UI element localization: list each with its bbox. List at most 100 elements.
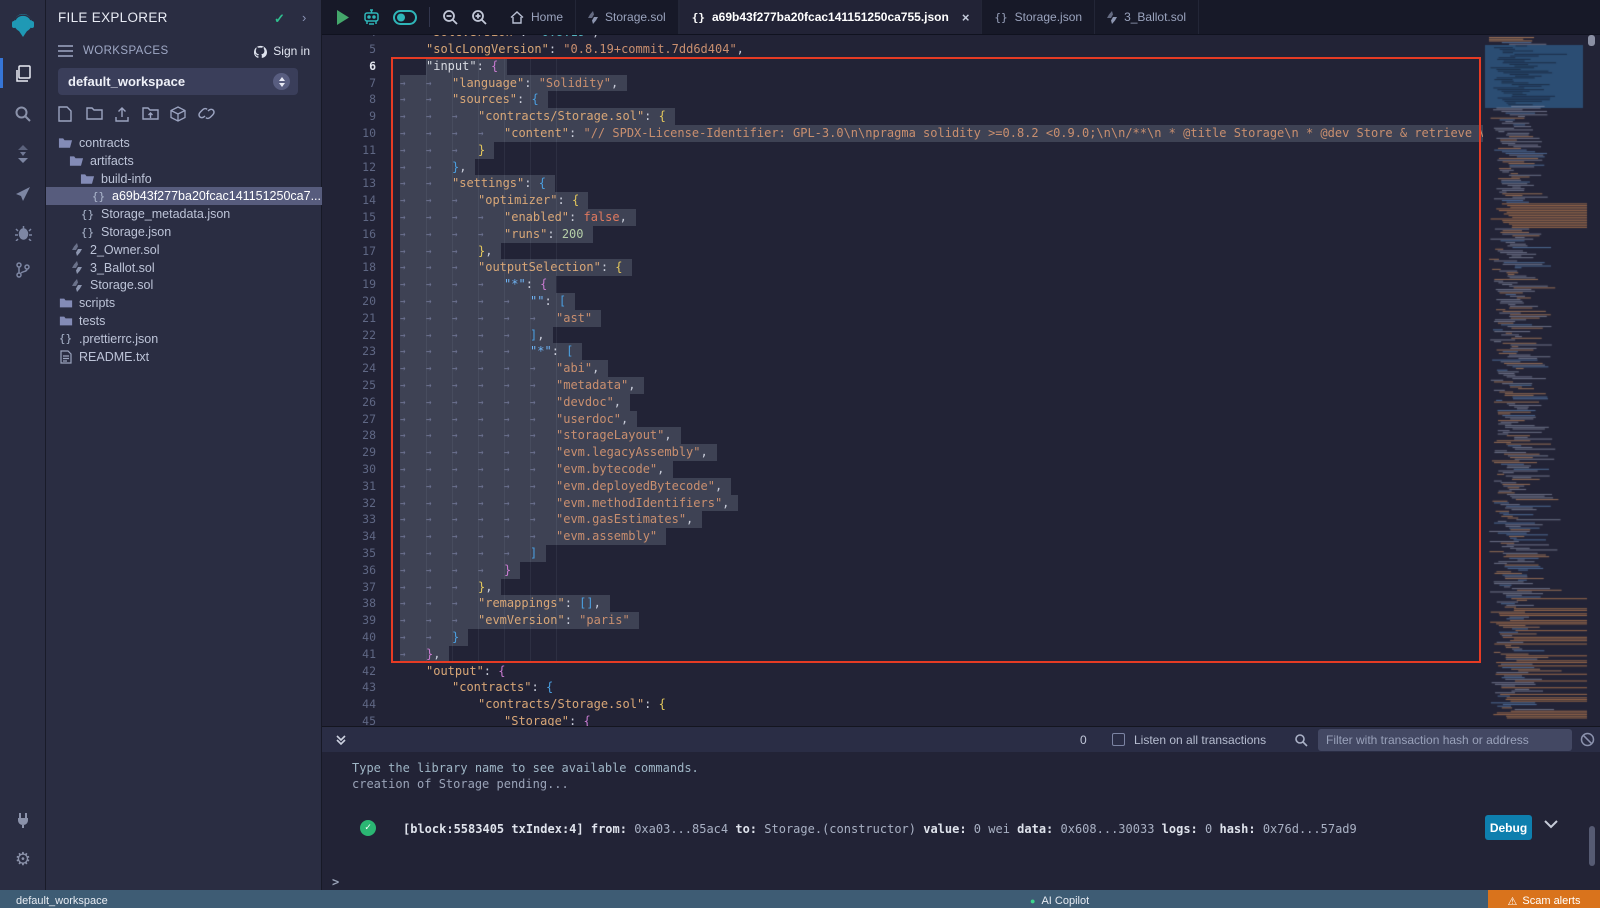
terminal-prompt[interactable]: >	[332, 874, 339, 890]
settings-gear-icon[interactable]: ⚙	[0, 842, 46, 876]
line-number: 35	[330, 545, 376, 562]
code-line-26: →→→→→→"devdoc",	[400, 394, 1483, 411]
sign-in-button[interactable]: Sign in	[253, 44, 310, 58]
close-tab-icon[interactable]: ×	[962, 10, 970, 25]
tree-item-contracts[interactable]: contracts	[46, 134, 322, 152]
tree-item--prettierrc-json[interactable]: {}.prettierrc.json	[46, 330, 322, 348]
file-icon	[58, 350, 73, 364]
icon-rail: ⚙	[0, 0, 46, 890]
terminal-search-icon	[1294, 733, 1308, 747]
statusbar-workspace[interactable]: default_workspace	[16, 895, 108, 907]
file-explorer-panel: FILE EXPLORER ✓ › WORKSPACES Sign in def…	[46, 0, 322, 890]
workspaces-label: WORKSPACES	[83, 45, 169, 57]
line-number: 15	[330, 209, 376, 226]
line-number: 39	[330, 612, 376, 629]
code-line-13: →→"settings": {	[400, 175, 1483, 192]
listen-all-checkbox[interactable]	[1112, 733, 1125, 746]
editor-scrollbar[interactable]	[1588, 35, 1595, 46]
clear-console-icon[interactable]	[1580, 732, 1595, 747]
search-icon[interactable]	[0, 97, 46, 131]
terminal-toolbar: 0 Listen on all transactions	[322, 726, 1600, 752]
indent-guide	[530, 57, 531, 663]
transaction-filter-input[interactable]	[1318, 729, 1572, 751]
deploy-run-icon[interactable]	[0, 177, 46, 211]
plugin-manager-icon[interactable]	[0, 802, 46, 836]
tab-3-ballot-sol[interactable]: 3_Ballot.sol	[1095, 0, 1199, 34]
sol-icon	[69, 261, 84, 274]
line-number: 20	[330, 293, 376, 310]
line-number: 36	[330, 562, 376, 579]
workspaces-menu-icon[interactable]	[58, 45, 73, 57]
line-number: 42	[330, 663, 376, 680]
tab-a69b43f277ba20fcac141151250ca755-json[interactable]: {}a69b43f277ba20fcac141151250ca755.json×	[679, 0, 983, 34]
line-number: 30	[330, 461, 376, 478]
line-number: 9	[330, 108, 376, 125]
transaction-count: 0	[1080, 733, 1087, 747]
workspace-select[interactable]: default_workspace	[58, 68, 298, 95]
link-icon[interactable]	[198, 106, 215, 123]
code-editor[interactable]: 4567891011121314151617181920212223242526…	[322, 35, 1600, 726]
folder-icon	[58, 315, 73, 327]
tab-storage-sol[interactable]: Storage.sol	[576, 0, 679, 34]
scam-alerts-badge[interactable]: ⚠ Scam alerts	[1488, 890, 1600, 908]
tree-item-tests[interactable]: tests	[46, 312, 322, 330]
minimap[interactable]	[1483, 35, 1600, 726]
upload-file-icon[interactable]	[114, 106, 131, 123]
git-icon[interactable]	[0, 253, 46, 287]
tree-item-storage-metadata-json[interactable]: {}Storage_metadata.json	[46, 205, 322, 223]
tree-item-build-info[interactable]: build-info	[46, 170, 322, 188]
line-number: 23	[330, 343, 376, 360]
tree-item-scripts[interactable]: scripts	[46, 294, 322, 312]
tree-item-artifacts[interactable]: artifacts	[46, 152, 322, 170]
tree-item-storage-json[interactable]: {}Storage.json	[46, 223, 322, 241]
file-explorer-icon[interactable]	[0, 56, 46, 90]
json-icon: {}	[692, 10, 705, 24]
folder-icon	[58, 297, 73, 309]
debugger-icon[interactable]	[0, 215, 46, 249]
remix-logo-icon[interactable]	[0, 8, 46, 42]
zoom-out-icon[interactable]	[442, 9, 459, 26]
new-file-icon[interactable]	[58, 106, 75, 123]
ipfs-box-icon[interactable]	[170, 106, 187, 123]
line-number: 21	[330, 310, 376, 327]
line-number: 38	[330, 595, 376, 612]
code-line-25: →→→→→→"metadata",	[400, 377, 1483, 394]
indent-guide	[426, 57, 427, 663]
tree-item-2-owner-sol[interactable]: 2_Owner.sol	[46, 241, 322, 259]
run-script-play-icon[interactable]	[336, 10, 350, 25]
tree-item-storage-sol[interactable]: Storage.sol	[46, 276, 322, 294]
toggle-switch-icon[interactable]	[393, 10, 417, 25]
upload-folder-icon[interactable]	[142, 106, 159, 123]
terminal-scrollbar[interactable]	[1589, 826, 1595, 866]
collapse-panel-chevron-icon[interactable]: ›	[302, 10, 306, 25]
terminal-tip-line: Type the library name to see available c…	[352, 760, 699, 776]
code-line-43: "contracts": {	[400, 679, 1483, 696]
code-line-29: →→→→→→"evm.legacyAssembly",	[400, 444, 1483, 461]
line-number: 28	[330, 427, 376, 444]
code-line-7: →→"language": "Solidity",	[400, 75, 1483, 92]
ai-assistant-robot-icon[interactable]	[362, 8, 381, 26]
terminal-output[interactable]: Type the library name to see available c…	[322, 752, 1600, 890]
new-folder-icon[interactable]	[86, 106, 103, 123]
indent-guide	[452, 57, 453, 663]
code-line-44: "contracts/Storage.sol": {	[400, 696, 1483, 713]
warning-icon: ⚠	[1508, 895, 1518, 908]
tree-item-3-ballot-sol[interactable]: 3_Ballot.sol	[46, 259, 322, 277]
line-number: 6	[330, 58, 376, 75]
code-line-18: →→→"outputSelection": {	[400, 259, 1483, 276]
tab-storage-json[interactable]: {}Storage.json	[982, 0, 1095, 34]
indent-guide	[556, 57, 557, 663]
expand-terminal-icon[interactable]	[335, 734, 347, 746]
transaction-log-row[interactable]: ✓ [block:5583405 txIndex:4] from: 0xa03.…	[322, 812, 1600, 844]
tree-item-readme-txt[interactable]: README.txt	[46, 348, 322, 366]
zoom-in-icon[interactable]	[471, 9, 488, 26]
solidity-compiler-icon[interactable]	[0, 137, 46, 171]
tree-item-a69b43f277ba20fcac141151250ca7-[interactable]: {}a69b43f277ba20fcac141151250ca7...	[46, 187, 322, 205]
tab-home[interactable]: Home	[498, 0, 576, 34]
tx-expand-chevron-icon[interactable]	[1544, 820, 1558, 829]
line-number: 5	[330, 41, 376, 58]
debug-button[interactable]: Debug	[1485, 815, 1532, 840]
code-line-35: →→→→→]	[400, 545, 1483, 562]
line-number: 22	[330, 327, 376, 344]
code-line-31: →→→→→→"evm.deployedBytecode",	[400, 478, 1483, 495]
